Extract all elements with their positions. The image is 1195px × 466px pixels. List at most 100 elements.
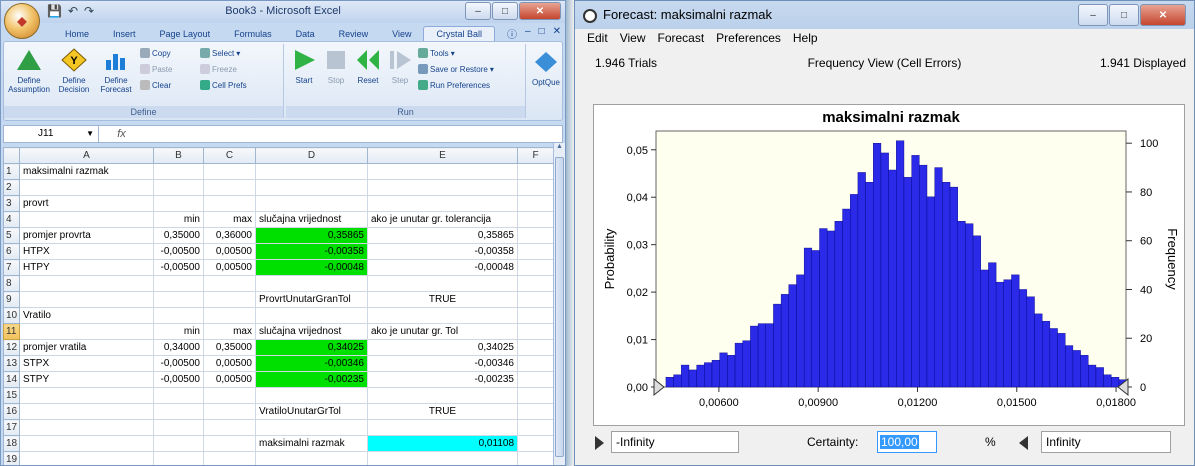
tools-button[interactable]: Tools ▾ [418,48,455,58]
name-box[interactable]: J11 ▼ [4,126,99,142]
cell-e[interactable] [367,451,518,465]
row-header[interactable]: 5 [3,227,20,244]
cell-c[interactable] [203,451,256,465]
cell-d[interactable] [255,451,368,465]
define-forecast-button[interactable]: Define Forecast [96,48,136,94]
column-header[interactable]: E [367,147,518,164]
cell-d[interactable]: 0,35865 [255,227,368,244]
column-header[interactable]: C [203,147,256,164]
cell-c[interactable]: 0,00500 [203,259,256,276]
cell-f[interactable] [517,211,554,228]
cell-c[interactable] [203,387,256,404]
cell-d[interactable]: ProvrtUnutarGranTol [255,291,368,308]
cell-a[interactable]: HTPY [19,259,154,276]
tab-view[interactable]: View [380,27,423,41]
cell-c[interactable]: 0,35000 [203,339,256,356]
run-preferences-button[interactable]: Run Preferences [418,80,490,90]
minimize-button[interactable]: – [1078,4,1108,26]
cell-f[interactable] [517,339,554,356]
cell-b[interactable]: 0,35000 [153,227,204,244]
menu-view[interactable]: View [614,29,652,47]
menu-preferences[interactable]: Preferences [710,29,787,47]
cell-f[interactable] [517,403,554,420]
cell-a[interactable]: Vratilo [19,307,154,324]
menu-forecast[interactable]: Forecast [651,29,710,47]
cell-d[interactable]: -0,00048 [255,259,368,276]
cell-b[interactable]: min [153,323,204,340]
cell-c[interactable] [203,275,256,292]
cell-a[interactable] [19,211,154,228]
cell-d[interactable]: -0,00358 [255,243,368,260]
cell-b[interactable] [153,435,204,452]
cell-d[interactable] [255,195,368,212]
cell-b[interactable]: -0,00500 [153,243,204,260]
row-header[interactable]: 3 [3,195,20,212]
row-header[interactable]: 7 [3,259,20,276]
ribbon-restore-icon[interactable]: □ [539,26,545,41]
right-grabber-icon[interactable] [1019,436,1028,450]
step-button[interactable]: Step [386,48,414,85]
cell-a[interactable]: maksimalni razmak [19,163,154,180]
cell-e[interactable]: ako je unutar gr. Tol [367,323,518,340]
cell-d[interactable]: VratiloUnutarGrTol [255,403,368,420]
minimize-button[interactable]: – [465,2,491,20]
scrollbar-thumb[interactable] [555,157,564,457]
cell-f[interactable] [517,387,554,404]
cell-c[interactable]: 0,00500 [203,371,256,388]
cell-e[interactable]: 0,34025 [367,339,518,356]
cell-f[interactable] [517,227,554,244]
cell-e[interactable] [367,195,518,212]
row-header[interactable]: 13 [3,355,20,372]
cell-a[interactable] [19,387,154,404]
formula-input[interactable] [144,126,562,142]
cell-d[interactable] [255,307,368,324]
start-button[interactable]: Start [290,48,318,85]
cell-f[interactable] [517,275,554,292]
cell-d[interactable]: maksimalni razmak [255,435,368,452]
cell-e[interactable]: TRUE [367,291,518,308]
cell-a[interactable] [19,275,154,292]
cell-c[interactable] [203,195,256,212]
cell-d[interactable]: 0,34025 [255,339,368,356]
cell-e[interactable]: -0,00358 [367,243,518,260]
cell-a[interactable]: STPY [19,371,154,388]
clear-button[interactable]: Clear [140,80,171,90]
cell-f[interactable] [517,259,554,276]
cell-b[interactable]: min [153,211,204,228]
row-header[interactable]: 6 [3,243,20,260]
redo-icon[interactable]: ↷ [84,4,94,18]
cell-d[interactable] [255,163,368,180]
help-icon[interactable]: ⓘ [507,26,517,41]
column-header[interactable]: F [517,147,554,164]
ribbon-close-icon[interactable]: ✕ [553,26,561,41]
select-button[interactable]: Select ▾ [200,48,240,58]
cell-b[interactable] [153,275,204,292]
cell-a[interactable] [19,179,154,196]
tab-formulas[interactable]: Formulas [222,27,284,41]
cell-e[interactable] [367,179,518,196]
tab-review[interactable]: Review [327,27,381,41]
row-header[interactable]: 15 [3,387,20,404]
cell-e[interactable]: ako je unutar gr. tolerancija [367,211,518,228]
cell-e[interactable] [367,307,518,324]
row-header[interactable]: 17 [3,419,20,436]
stop-button[interactable]: Stop [322,48,350,85]
cell-b[interactable]: -0,00500 [153,259,204,276]
cell-f[interactable] [517,179,554,196]
cell-c[interactable] [203,163,256,180]
vertical-scrollbar[interactable]: ▲ [553,143,565,465]
cell-d[interactable] [255,419,368,436]
row-header[interactable]: 10 [3,307,20,324]
cell-c[interactable]: max [203,323,256,340]
cell-b[interactable] [153,403,204,420]
cell-d[interactable]: slučajna vrijednost [255,211,368,228]
row-header[interactable]: 19 [3,451,20,465]
row-header[interactable]: 9 [3,291,20,308]
maximize-button[interactable]: □ [492,2,518,20]
cell-e[interactable] [367,419,518,436]
cell-c[interactable] [203,179,256,196]
close-button[interactable]: ✕ [1140,4,1186,26]
save-icon[interactable]: 💾 [47,4,62,18]
cell-f[interactable] [517,371,554,388]
cell-c[interactable]: 0,00500 [203,355,256,372]
